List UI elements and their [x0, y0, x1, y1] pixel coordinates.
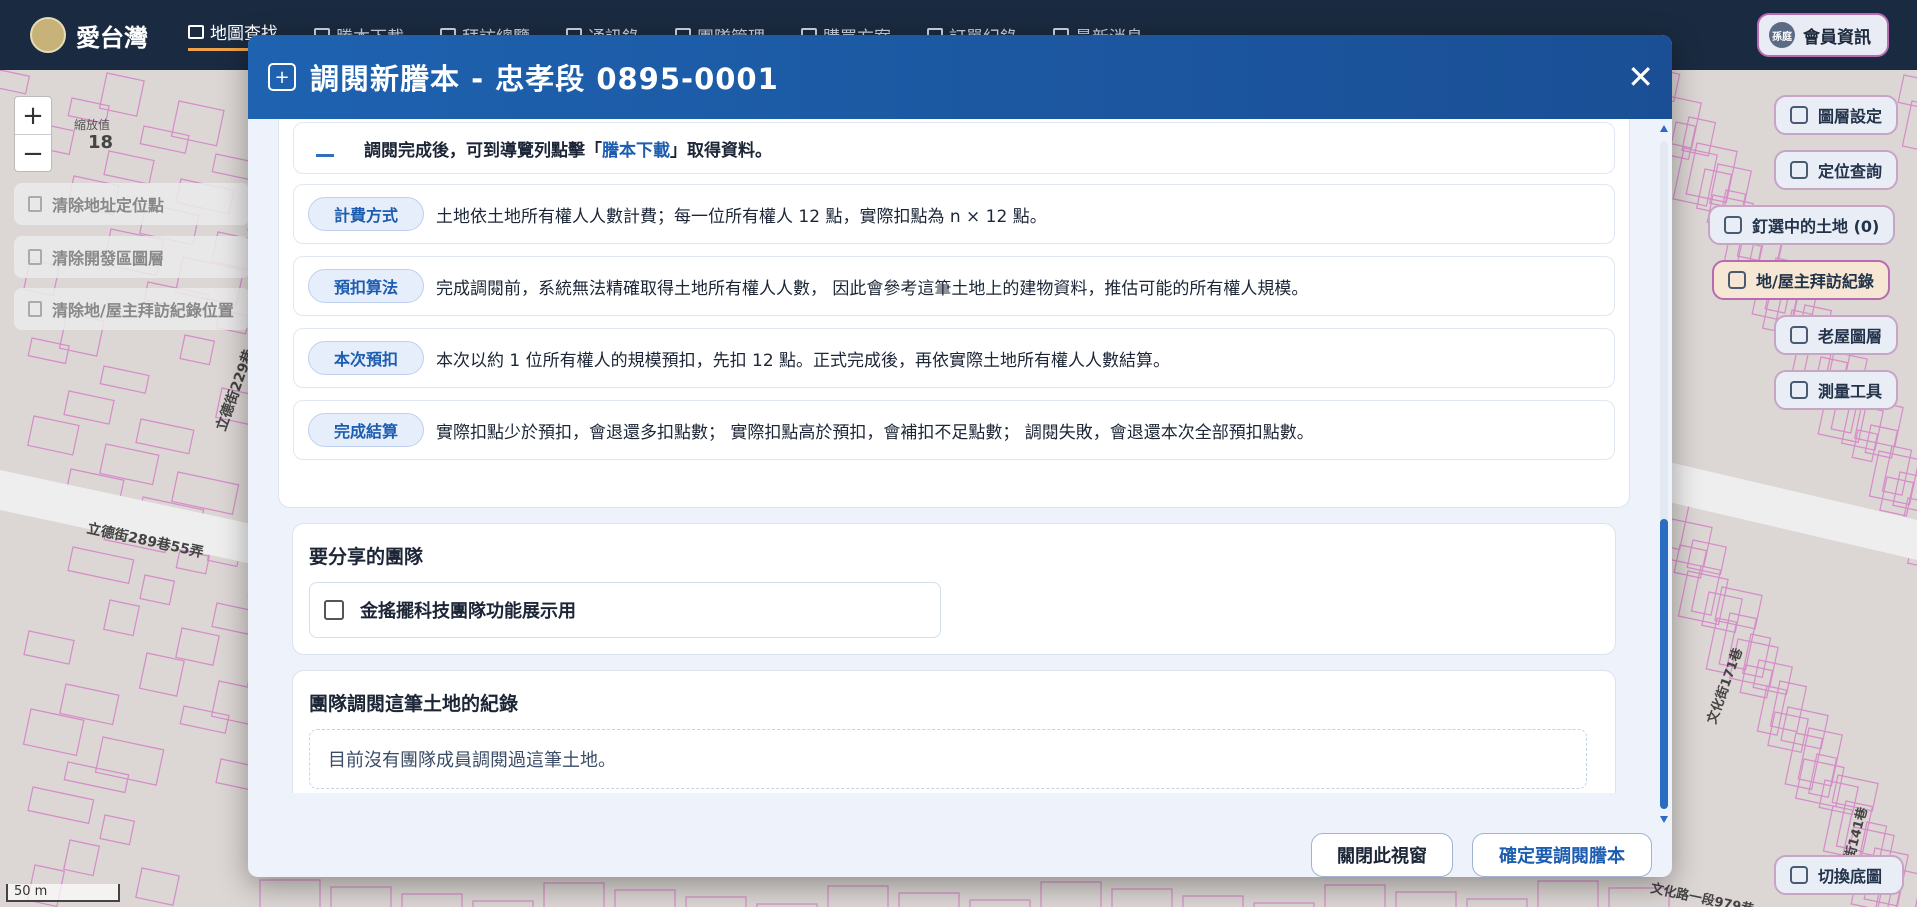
download-hint-row: 調閱完成後，可到導覽列點擊「謄本下載」取得資料。: [293, 122, 1615, 174]
location-search-button[interactable]: 定位查詢: [1774, 150, 1899, 190]
zoom-value: 18: [88, 132, 114, 153]
team-checkbox[interactable]: [324, 600, 344, 620]
avatar: 孫庭: [1769, 22, 1795, 48]
ruler-icon: [1790, 381, 1808, 399]
modal-header: + 調閱新謄本 - 忠孝段 0895-0001 ✕: [248, 35, 1672, 119]
info-row-settlement: 完成結算 實際扣點少於預扣，會退還多扣點數； 實際扣點高於預扣，會補扣不足點數；…: [293, 400, 1615, 460]
team-history-card: 團隊調閱這筆土地的紀錄 目前沒有團隊成員調閱過這筆土地。: [292, 670, 1616, 793]
info-row-current-precharge: 本次預扣 本次以約 1 位所有權人的規模預扣，先扣 12 點。正式完成後，再依實…: [293, 328, 1615, 388]
close-window-button[interactable]: 關閉此視窗: [1311, 833, 1453, 877]
download-icon: [316, 139, 334, 157]
button-label: 清除開發區圖層: [52, 249, 165, 268]
map-pin-icon: [1790, 161, 1808, 179]
tool-label: 釘選中的土地 (0): [1752, 217, 1880, 236]
history-section-title: 團隊調閱這筆土地的紀錄: [309, 693, 519, 715]
zoom-control: + −: [14, 96, 52, 172]
modal-footer: 關閉此視窗 確定要調閱謄本: [248, 805, 1672, 877]
trash-icon: [28, 249, 42, 265]
zoom-in-button[interactable]: +: [15, 97, 51, 135]
info-text: 完成調閱前，系統無法精確取得土地所有權人人數， 因此會參考這筆土地上的建物資料，…: [436, 278, 1309, 299]
button-label: 清除地址定位點: [52, 196, 165, 215]
info-row-billing: 計費方式 土地依土地所有權人人數計費；每一位所有權人 12 點，實際扣點為 n …: [293, 184, 1615, 244]
clear-address-pin-button[interactable]: 清除地址定位點: [14, 183, 250, 225]
modal-body[interactable]: 調閱完成後，可到導覽列點擊「謄本下載」取得資料。 計費方式 土地依土地所有權人人…: [278, 119, 1630, 793]
map-scale: 50 m: [6, 884, 120, 902]
scroll-thumb[interactable]: [1660, 519, 1668, 809]
measure-tool-button[interactable]: 測量工具: [1774, 370, 1899, 410]
info-text: 實際扣點少於預扣，會退還多扣點數； 實際扣點高於預扣，會補扣不足點數； 調閱失敗…: [436, 422, 1314, 443]
info-tag: 預扣算法: [308, 269, 424, 303]
tool-label: 圖層設定: [1818, 107, 1883, 126]
request-transcript-modal: + 調閱新謄本 - 忠孝段 0895-0001 ✕ 調閱完成後，可到導覽列點擊「…: [248, 35, 1672, 877]
member-label: 會員資訊: [1803, 27, 1871, 48]
house-icon: [1790, 326, 1808, 344]
old-house-layer-button[interactable]: 老屋圖層: [1774, 315, 1899, 355]
team-option[interactable]: 金搖擺科技團隊功能展示用: [309, 582, 941, 638]
tool-label: 地/屋主拜訪紀錄: [1756, 272, 1874, 291]
trash-icon: [28, 196, 42, 212]
info-text: 本次以約 1 位所有權人的規模預扣，先扣 12 點。正式完成後，再依實際土地所有…: [436, 350, 1171, 371]
confirm-request-button[interactable]: 確定要調閱謄本: [1472, 833, 1652, 877]
tool-label: 測量工具: [1818, 382, 1883, 401]
switch-basemap-button[interactable]: 切換底圖: [1774, 855, 1904, 895]
empty-history-message: 目前沒有團隊成員調閱過這筆土地。: [309, 729, 1587, 789]
download-hint: 調閱完成後，可到導覽列點擊「謄本下載」取得資料。: [364, 140, 772, 161]
member-info-button[interactable]: 孫庭 會員資訊: [1757, 13, 1889, 57]
info-text: 土地依土地所有權人人數計費；每一位所有權人 12 點，實際扣點為 n × 12 …: [436, 206, 1047, 227]
info-tag: 本次預扣: [308, 341, 424, 375]
logo[interactable]: 愛台灣: [30, 17, 148, 53]
tool-label: 切換底圖: [1818, 867, 1883, 886]
zoom-label: 縮放值: [74, 118, 111, 132]
info-row-precharge-method: 預扣算法 完成調閱前，系統無法精確取得土地所有權人人數， 因此會參考這筆土地上的…: [293, 256, 1615, 316]
modal-scrollbar[interactable]: [1660, 123, 1668, 823]
tool-label: 老屋圖層: [1818, 327, 1883, 346]
team-name: 金搖擺科技團隊功能展示用: [360, 601, 576, 622]
modal-close-button[interactable]: ✕: [1627, 61, 1654, 93]
map-icon: [188, 24, 204, 39]
clear-dev-layer-button[interactable]: 清除開發區圖層: [14, 236, 250, 278]
sliders-icon: [1790, 106, 1808, 124]
pinned-land-button[interactable]: 釘選中的土地 (0): [1708, 205, 1896, 245]
tool-label: 定位查詢: [1818, 162, 1883, 181]
clear-visit-records-button[interactable]: 清除地/屋主拜訪紀錄位置: [14, 288, 250, 330]
user-clear-icon: [28, 301, 42, 317]
modal-title: 調閱新謄本 - 忠孝段 0895-0001: [310, 62, 779, 96]
scroll-up-arrow-icon[interactable]: [1660, 125, 1668, 132]
people-icon: [1728, 271, 1746, 289]
billing-info-card: 調閱完成後，可到導覽列點擊「謄本下載」取得資料。 計費方式 土地依土地所有權人人…: [278, 119, 1630, 508]
share-section-title: 要分享的團隊: [309, 546, 424, 568]
owner-visit-records-button[interactable]: 地/屋主拜訪紀錄: [1712, 260, 1890, 300]
info-tag: 計費方式: [308, 197, 424, 231]
layer-settings-button[interactable]: 圖層設定: [1774, 95, 1899, 135]
info-tag: 完成結算: [308, 413, 424, 447]
button-label: 清除地/屋主拜訪紀錄位置: [52, 301, 234, 320]
user-pin-icon: [1724, 216, 1742, 234]
add-document-icon: +: [268, 63, 296, 91]
layers-icon: [1790, 866, 1808, 884]
app-name: 愛台灣: [76, 23, 148, 52]
share-team-card: 要分享的團隊 金搖擺科技團隊功能展示用: [292, 523, 1616, 655]
logo-icon: [30, 17, 66, 53]
zoom-out-button[interactable]: −: [15, 135, 51, 173]
